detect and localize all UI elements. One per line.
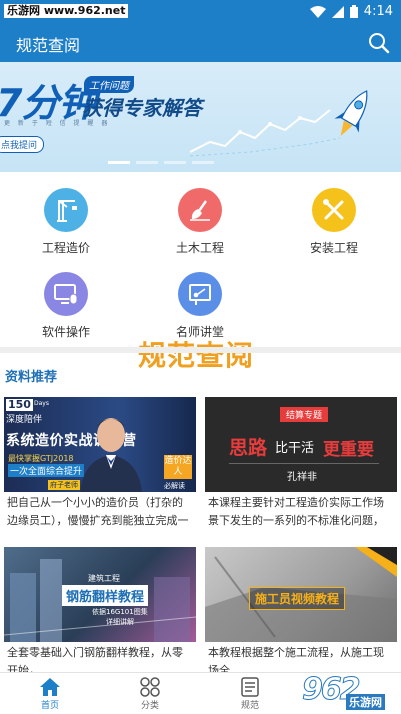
page-title: 规范查阅 [16, 36, 81, 55]
thumb-line1: 依据16G101图集 [92, 608, 148, 616]
status-icons: 4:14 [309, 4, 393, 19]
course-thumbnail: 施工员视频教程 [205, 547, 397, 642]
category-master-lectures[interactable]: 名师讲堂 [150, 272, 250, 340]
course-card[interactable]: 150 Days 深度陪伴 系统造价实战训练营 最快掌握GTJ2018 一次全面… [4, 397, 196, 532]
tab-category[interactable]: 分类 [100, 673, 200, 714]
tab-label: 首页 [40, 701, 59, 711]
banner-pager [108, 161, 214, 164]
thumb-tag: 结算专题 [280, 407, 329, 422]
banner-ask-button[interactable]: 点我提问 [0, 136, 45, 153]
signal-icon [331, 5, 344, 18]
category-label: 工程造价 [41, 241, 90, 255]
search-icon [369, 33, 390, 54]
promo-banner[interactable]: 7分钟 工作问题 获得专家解答 更 新 于 短 信 提 醒 器 点我提问 [0, 62, 401, 172]
home-icon [40, 678, 60, 696]
thumb-line [229, 463, 379, 464]
course-description: 把自己从一个小小的造价员（打杂的边缘员工），慢慢扩充到能独立完成一个项... [7, 496, 189, 527]
search-button[interactable] [367, 31, 391, 55]
wifi-icon [309, 5, 326, 18]
teacher-photo [80, 418, 142, 492]
thumb-name: 孔祥非 [287, 472, 317, 483]
thumb-title: 施工员视频教程 [249, 587, 346, 610]
thumb-tag: 造价达人 [164, 455, 192, 479]
pager-dot [164, 161, 186, 164]
status-time: 4:14 [363, 4, 393, 19]
site-watermark: 乐游网 www.962.net [4, 4, 129, 18]
crane-icon [44, 188, 88, 232]
computer-mouse-icon [44, 272, 88, 316]
course-thumbnail: 150 Days 深度陪伴 系统造价实战训练营 最快掌握GTJ2018 一次全面… [4, 397, 196, 492]
tab-label: 规范 [240, 701, 259, 711]
app-header: 规范查阅 [0, 24, 401, 62]
rocket-chart-illustration [190, 90, 368, 157]
tab-standards[interactable]: 规范 [200, 673, 300, 714]
category-label: 土木工程 [175, 241, 224, 255]
overlay-watermark: 规范查阅 [138, 339, 255, 372]
category-grid: 工程造价 土木工程 安装工程 软件操作 名师讲堂 [0, 172, 401, 344]
banner-tag: 工作问题 [84, 76, 134, 93]
course-card[interactable]: 施工员视频教程 本教程根据整个施工流程，从施工现场全 [205, 547, 397, 682]
category-civil-engineering[interactable]: 土木工程 [150, 188, 250, 256]
pager-dot-active [108, 161, 130, 164]
course-thumbnail: 建筑工程 钢筋翻样教程 依据16G101图集 详细讲解 [4, 547, 196, 642]
battery-icon [349, 5, 358, 18]
tab-label: 分类 [140, 701, 159, 711]
pager-dot [192, 161, 214, 164]
thumb-badge-num: 150 [6, 398, 33, 411]
thumb-tag2: 必解读 [164, 482, 185, 490]
course-card[interactable]: 建筑工程 钢筋翻样教程 依据16G101图集 详细讲解 全套零基础入门钢筋翻样教… [4, 547, 196, 682]
section-title: 资料推荐 [5, 370, 58, 385]
thumb-word2: 比干活 [275, 441, 315, 456]
site-logo-watermark: 962 乐游网 [296, 666, 401, 714]
shovel-icon [178, 188, 222, 232]
category-software-operation[interactable]: 软件操作 [16, 272, 116, 340]
thumb-word3: 更重要 [323, 440, 374, 460]
thumb-word1: 思路 [229, 437, 268, 459]
category-label: 安装工程 [309, 241, 358, 255]
rocket-icon [334, 90, 368, 137]
banner-subline: 获得专家解答 [82, 96, 202, 120]
thumb-badge-text: 深度陪伴 [6, 415, 43, 425]
category-label: 软件操作 [41, 325, 90, 339]
thumb-title: 钢筋翻样教程 [62, 585, 149, 606]
tools-icon [312, 188, 356, 232]
category-cost-engineering[interactable]: 工程造价 [16, 188, 116, 256]
category-installation-engineering[interactable]: 安装工程 [284, 188, 384, 256]
document-icon [241, 677, 259, 697]
grid-icon [140, 677, 160, 697]
status-bar: 乐游网 www.962.net 4:14 [0, 0, 401, 24]
logo-text: 乐游网 [346, 694, 385, 710]
tab-home[interactable]: 首页 [0, 673, 100, 714]
section-divider [0, 347, 401, 353]
course-description: 本课程主要针对工程造价实际工作场景下发生的一系列的不标准化问题，如何应... [208, 496, 384, 527]
thumb-line2: 一次全面综合提升 [8, 464, 85, 477]
banner-tiny-text: 更 新 于 短 信 提 醒 器 [4, 120, 111, 127]
thumb-tag: 建筑工程 [88, 574, 120, 583]
thumb-badge-unit: Days [34, 400, 49, 407]
thumb-line2: 详细讲解 [106, 618, 134, 626]
thumb-line1: 最快掌握GTJ2018 [8, 454, 74, 463]
course-thumbnail: 结算专题 思路 比干活 更重要 孔祥非 [205, 397, 397, 492]
course-card[interactable]: 结算专题 思路 比干活 更重要 孔祥非 本课程主要针对工程造价实际工作场景下发生… [205, 397, 397, 532]
thumb-name: 府子老师 [48, 480, 80, 490]
pager-dot [136, 161, 158, 164]
presentation-icon [178, 272, 222, 316]
